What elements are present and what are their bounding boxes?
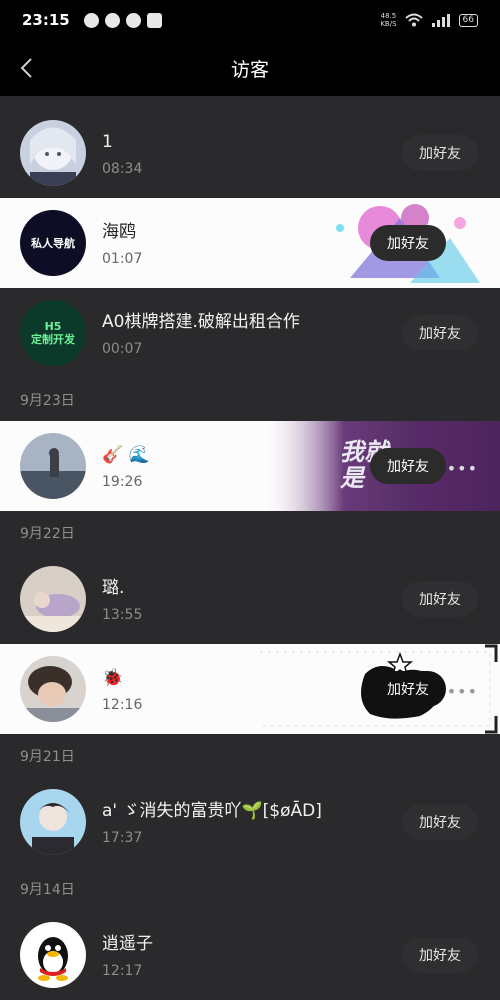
tiktok-icon bbox=[146, 12, 162, 28]
date-header: 9月21日 bbox=[20, 748, 75, 765]
notification-icon bbox=[125, 12, 141, 28]
date-header: 9月14日 bbox=[20, 881, 75, 898]
visitor-row[interactable]: 🐞 12:16 加好友 ••• bbox=[0, 644, 500, 734]
visitor-name: 海鸥 bbox=[102, 222, 136, 242]
visit-time: 01:07 bbox=[102, 251, 143, 267]
status-time: 23:15 bbox=[22, 11, 70, 29]
visit-time: 12:17 bbox=[102, 963, 143, 979]
visitor-row[interactable]: 我就是 🎸 🌊 19:26 加好友 ••• bbox=[0, 421, 500, 511]
more-icon[interactable]: ••• bbox=[447, 459, 478, 478]
visitor-info: a' ゞ消失的富贵吖🌱[$øĀD] 17:37 bbox=[102, 798, 322, 846]
add-friend-button[interactable]: 加好友 bbox=[402, 937, 478, 973]
status-right: 48.5 KB/S 66 bbox=[380, 12, 478, 28]
visit-time: 00:07 bbox=[102, 341, 143, 357]
visitor-name: 🐞 bbox=[102, 668, 124, 688]
more-icon[interactable]: ••• bbox=[447, 682, 478, 701]
visitor-row[interactable]: 1 08:34 加好友 bbox=[0, 108, 500, 198]
visitor-name: 1 bbox=[102, 132, 113, 152]
notification-icon bbox=[83, 12, 99, 28]
visit-time: 17:37 bbox=[102, 830, 143, 846]
visitor-info: 璐. 13:55 bbox=[102, 575, 142, 623]
visitor-row[interactable]: H5 定制开发 A0棋牌搭建.破解出租合作 00:07 加好友 bbox=[0, 288, 500, 378]
visitor-name: A0棋牌搭建.破解出租合作 bbox=[102, 312, 300, 332]
avatar[interactable] bbox=[20, 120, 86, 186]
visitor-name: 逍遥子 bbox=[102, 934, 153, 954]
visitor-info: 海鸥 01:07 bbox=[102, 219, 142, 267]
visitor-list: 1 08:34 加好友 私人导航 海鸥 01:07 加好友 H5 定制开发 A0… bbox=[0, 108, 500, 1000]
avatar[interactable] bbox=[20, 433, 86, 499]
visitor-row[interactable]: 璐. 13:55 加好友 bbox=[0, 554, 500, 644]
date-header: 9月22日 bbox=[20, 525, 75, 542]
add-friend-button[interactable]: 加好友 bbox=[370, 671, 446, 707]
visitor-info: A0棋牌搭建.破解出租合作 00:07 bbox=[102, 309, 300, 357]
visit-time: 13:55 bbox=[102, 607, 143, 623]
wifi-icon bbox=[404, 13, 423, 27]
avatar[interactable] bbox=[20, 789, 86, 855]
add-friend-button[interactable]: 加好友 bbox=[402, 804, 478, 840]
visit-time: 08:34 bbox=[102, 161, 143, 177]
visitor-name: 🎸 🌊 bbox=[102, 445, 150, 465]
visitor-name: 璐. bbox=[102, 578, 125, 598]
network-speed: 48.5 KB/S bbox=[380, 12, 397, 28]
notification-icons bbox=[83, 12, 162, 28]
visitor-row[interactable]: 逍遥子 12:17 加好友 bbox=[0, 910, 500, 1000]
add-friend-button[interactable]: 加好友 bbox=[370, 225, 446, 261]
visitor-info: 逍遥子 12:17 bbox=[102, 931, 153, 979]
signal-icon bbox=[431, 13, 450, 27]
add-friend-button[interactable]: 加好友 bbox=[402, 135, 478, 171]
add-friend-button[interactable]: 加好友 bbox=[402, 581, 478, 617]
visitor-row[interactable]: a' ゞ消失的富贵吖🌱[$øĀD] 17:37 加好友 bbox=[0, 777, 500, 867]
avatar[interactable] bbox=[20, 656, 86, 722]
back-arrow-icon[interactable] bbox=[14, 54, 42, 82]
visitor-info: 1 08:34 bbox=[102, 129, 142, 177]
avatar[interactable]: 私人导航 bbox=[20, 210, 86, 276]
visitor-name: a' ゞ消失的富贵吖🌱[$øĀD] bbox=[102, 801, 322, 821]
nav-bar: 访客 bbox=[0, 40, 500, 96]
visitor-row[interactable]: 私人导航 海鸥 01:07 加好友 bbox=[0, 198, 500, 288]
battery-icon: 66 bbox=[458, 13, 478, 27]
visitor-info: 🎸 🌊 19:26 bbox=[102, 442, 150, 490]
visit-time: 12:16 bbox=[102, 697, 143, 713]
avatar-logo-text: H5 定制开发 bbox=[31, 320, 75, 346]
visit-time: 19:26 bbox=[102, 474, 143, 490]
page-title: 访客 bbox=[230, 58, 269, 81]
add-friend-button[interactable]: 加好友 bbox=[370, 448, 446, 484]
avatar[interactable] bbox=[20, 566, 86, 632]
avatar[interactable] bbox=[20, 922, 86, 988]
avatar-logo-text: 私人导航 bbox=[31, 237, 75, 250]
status-bar: 23:15 48.5 KB/S 66 bbox=[0, 0, 500, 40]
notification-icon bbox=[104, 12, 120, 28]
avatar[interactable]: H5 定制开发 bbox=[20, 300, 86, 366]
add-friend-button[interactable]: 加好友 bbox=[402, 315, 478, 351]
visitor-info: 🐞 12:16 bbox=[102, 665, 142, 713]
date-header: 9月23日 bbox=[20, 392, 75, 409]
